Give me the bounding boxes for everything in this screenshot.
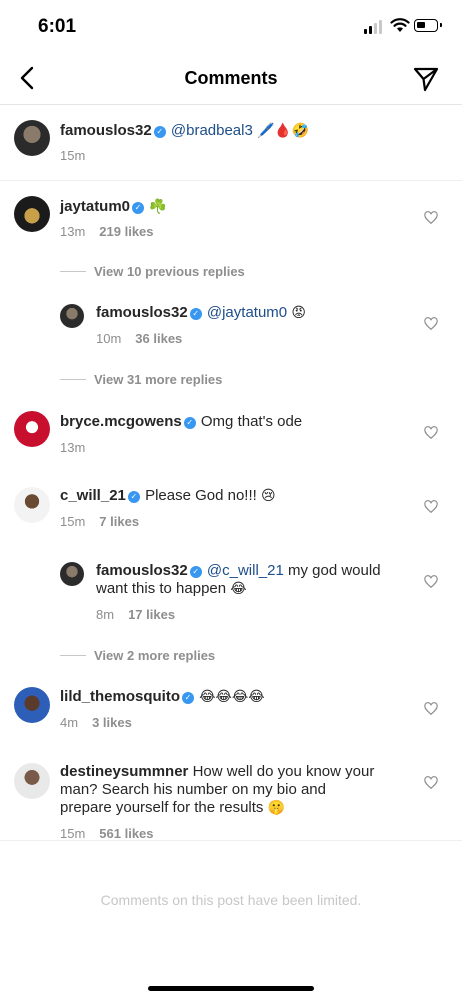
comment-meta: 10m 36 likes	[96, 331, 182, 346]
wifi-icon	[390, 18, 410, 32]
comments-limited-notice: Comments on this post have been limited.	[100, 892, 362, 908]
likes-count[interactable]: 219 likes	[99, 224, 153, 239]
emoji-text: 😂😂😂😂	[199, 689, 265, 705]
comment-meta: 4m 3 likes	[60, 715, 132, 730]
mention-link[interactable]: @bradbeal3	[171, 122, 253, 139]
status-time: 6:01	[38, 16, 77, 37]
comment-text: want this to happen	[96, 580, 227, 597]
emoji-text: 😢	[260, 488, 276, 504]
username[interactable]: jaytatum0	[60, 198, 130, 215]
timestamp: 15m	[60, 826, 86, 841]
status-bar: 6:01	[0, 0, 462, 52]
comment-meta: 15m 561 likes	[60, 826, 154, 841]
verified-badge-icon: ✓	[189, 308, 202, 320]
caption: famouslos32 ✓ @bradbeal3 🖊️🩸🤣 15m	[0, 104, 462, 180]
header: Comments	[0, 52, 462, 105]
timestamp: 8m	[96, 607, 115, 622]
signal-icon	[364, 20, 384, 34]
verified-badge-icon: ✓	[182, 692, 194, 704]
heart-icon[interactable]	[424, 500, 438, 514]
avatar[interactable]	[14, 487, 50, 523]
comment-text: Please God no!!!	[145, 487, 257, 504]
avatar[interactable]	[60, 562, 84, 586]
divider	[0, 840, 462, 841]
likes-count[interactable]: 36 likes	[135, 331, 182, 346]
username[interactable]: famouslos32	[60, 122, 152, 139]
home-indicator[interactable]	[148, 986, 314, 991]
comment-meta: 8m 17 likes	[96, 607, 175, 622]
likes-count[interactable]: 7 likes	[99, 514, 139, 529]
mention-link[interactable]: @c_will_21	[207, 562, 284, 579]
comment-text: How well do you know your	[192, 763, 375, 780]
comment-text: my god would	[287, 562, 381, 579]
verified-badge-icon: ✓	[183, 417, 196, 429]
avatar[interactable]	[14, 687, 50, 723]
emoji-text: 😡	[291, 305, 306, 321]
likes-count[interactable]: 3 likes	[92, 715, 132, 730]
timestamp: 13m	[60, 440, 86, 455]
comment-meta: 15m 7 likes	[60, 514, 139, 529]
battery-icon	[414, 19, 442, 32]
username[interactable]: lild_themosquito	[60, 688, 180, 705]
comment-meta: 13m	[60, 440, 85, 455]
send-icon[interactable]	[412, 65, 440, 93]
view-replies-link[interactable]: View 10 previous replies	[60, 264, 245, 279]
username[interactable]: famouslos32	[96, 304, 188, 321]
emoji-text: 🤫	[267, 800, 286, 816]
timestamp: 10m	[96, 331, 122, 346]
emoji-text: 🖊️🩸🤣	[257, 123, 310, 139]
likes-count[interactable]: 17 likes	[128, 607, 175, 622]
likes-count[interactable]: 561 likes	[99, 826, 153, 841]
verified-badge-icon: ✓	[132, 202, 145, 214]
timestamp: 15m	[60, 148, 86, 163]
username[interactable]: c_will_21	[60, 487, 126, 504]
heart-icon[interactable]	[424, 211, 438, 225]
page-title: Comments	[184, 68, 278, 88]
comment-text: man? Search his number on my bio and	[60, 781, 326, 798]
username[interactable]: famouslos32	[96, 562, 188, 579]
username[interactable]: bryce.mcgowens	[60, 413, 182, 430]
timestamp: 15m	[60, 514, 86, 529]
heart-icon[interactable]	[424, 426, 438, 440]
avatar[interactable]	[60, 304, 84, 328]
verified-badge-icon: ✓	[189, 566, 202, 578]
comment-text: Omg that's ode	[200, 413, 303, 430]
avatar[interactable]	[14, 763, 50, 799]
divider	[0, 180, 462, 181]
emoji-text: 😂	[230, 581, 247, 597]
heart-icon[interactable]	[424, 317, 438, 331]
comment-meta: 15m	[60, 148, 85, 163]
mention-link[interactable]: @jaytatum0	[207, 304, 287, 321]
username[interactable]: destineysummner	[60, 763, 188, 780]
comment-text: prepare yourself for the results	[60, 799, 264, 816]
timestamp: 13m	[60, 224, 86, 239]
heart-icon[interactable]	[424, 702, 438, 716]
emoji-text: ☘️	[149, 199, 167, 215]
verified-badge-icon: ✓	[153, 126, 166, 138]
avatar[interactable]	[14, 411, 50, 447]
heart-icon[interactable]	[424, 575, 438, 589]
view-replies-link[interactable]: View 2 more replies	[60, 648, 215, 663]
timestamp: 4m	[60, 715, 79, 730]
verified-badge-icon: ✓	[127, 491, 140, 503]
view-replies-link[interactable]: View 31 more replies	[60, 372, 222, 387]
heart-icon[interactable]	[424, 776, 438, 790]
avatar[interactable]	[14, 196, 50, 232]
avatar[interactable]	[14, 120, 50, 156]
comment-meta: 13m 219 likes	[60, 224, 154, 239]
